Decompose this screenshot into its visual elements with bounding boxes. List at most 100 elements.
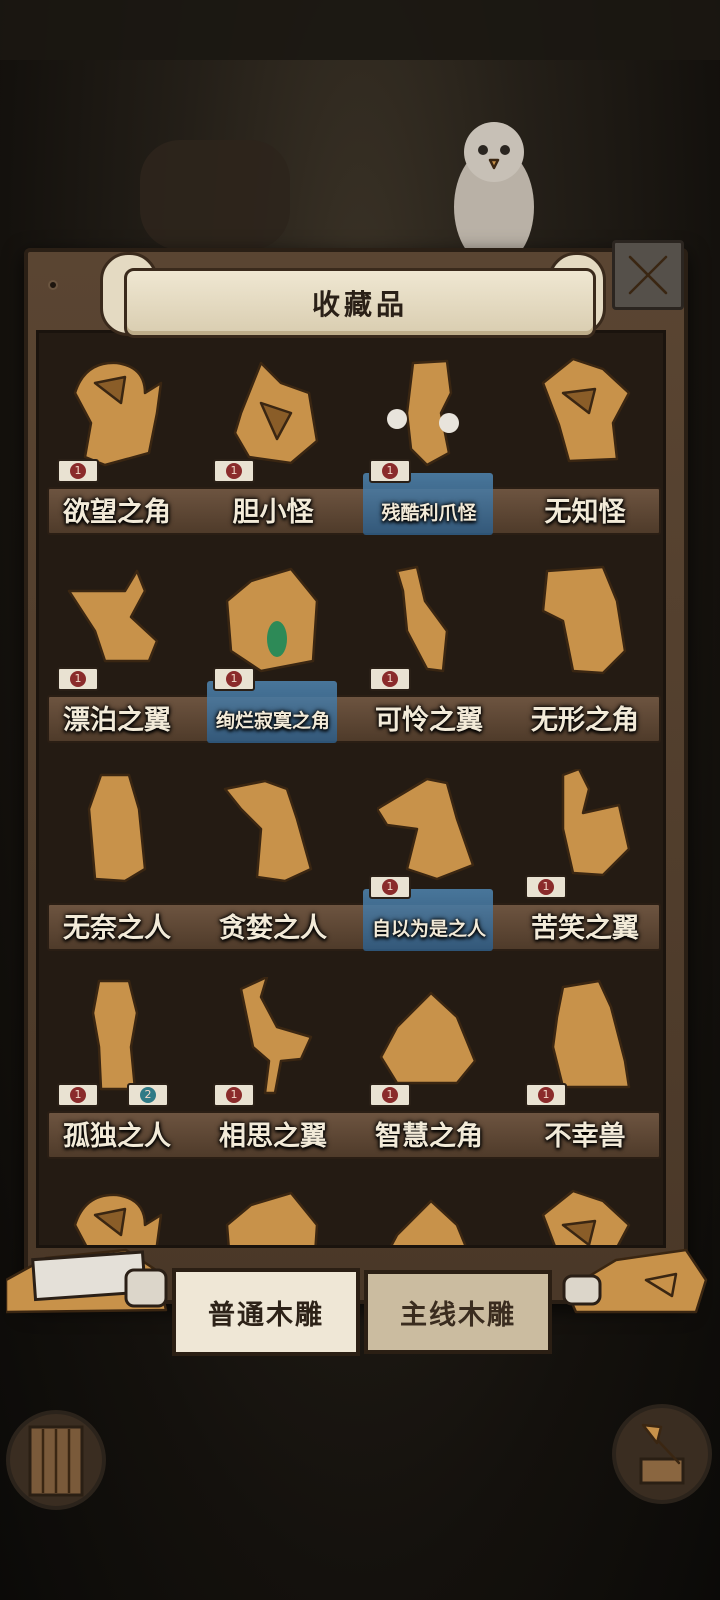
badge-count: 1 <box>226 671 242 687</box>
shelf-row: path{fill:#c8924a;stroke:#3a2612;stroke-… <box>39 749 663 957</box>
item-name: 可怜之翼 <box>375 705 483 736</box>
door-button[interactable] <box>6 1410 106 1510</box>
collection-item[interactable]: path{fill:#c8924a;stroke:#3a2612;stroke-… <box>507 541 663 749</box>
carving-lion-icon: path{fill:#c8924a;stroke:#3a2612;stroke-… <box>73 361 163 467</box>
carving-bird-hood-icon: path{fill:#c8924a;stroke:#3a2612;stroke-… <box>233 361 319 465</box>
count-badge: 1 <box>57 667 99 691</box>
count-badge: 1 <box>213 459 255 483</box>
item-name: 绚烂寂寞之角 <box>215 710 330 732</box>
carving-old-man-icon: path{fill:#c8924a;stroke:#3a2612;stroke-… <box>87 773 147 883</box>
badge-count: 1 <box>382 879 398 895</box>
carving-turtle-icon: path{fill:#c8924a;stroke:#3a2612;stroke-… <box>390 1199 467 1245</box>
collection-item[interactable]: path{fill:#c8924a;stroke:#3a2612;stroke-… <box>39 541 195 749</box>
count-badge: 1 <box>57 459 99 483</box>
collection-item[interactable]: path{fill:#c8924a;stroke:#3a2612;stroke-… <box>195 1165 351 1245</box>
count-badge: 1 <box>525 1083 567 1107</box>
collection-item[interactable]: path{fill:#c8924a;stroke:#3a2612;stroke-… <box>351 749 507 957</box>
carving-claw-icon: path{fill:#c8924a;stroke:#3a2612;stroke-… <box>387 359 459 467</box>
page-title: 收藏品 <box>311 288 408 321</box>
count-badge: 1 <box>57 1083 99 1107</box>
collection-item[interactable]: path{fill:#c8924a;stroke:#3a2612;stroke-… <box>195 333 351 541</box>
tab-main-carvings[interactable]: 主线木雕 <box>364 1270 552 1354</box>
shelf-area[interactable]: path{fill:#c8924a;stroke:#3a2612;stroke-… <box>36 330 666 1248</box>
collection-item[interactable]: path{fill:#c8924a;stroke:#3a2612;stroke-… <box>507 957 663 1165</box>
badge-count: 1 <box>226 1087 242 1103</box>
count-badge: 1 <box>525 875 567 899</box>
badge-count: 1 <box>70 671 86 687</box>
carving-jester-icon: path{fill:#c8924a;stroke:#3a2612;stroke-… <box>541 1189 631 1245</box>
collection-item[interactable]: path{fill:#c8924a;stroke:#3a2612;stroke-… <box>507 1165 663 1245</box>
item-name: 孤独之人 <box>63 1121 171 1152</box>
item-name: 贪婪之人 <box>219 913 327 944</box>
carving-heron-icon: path{fill:#c8924a;stroke:#3a2612;stroke-… <box>395 565 449 673</box>
tab-normal-carvings[interactable]: 普通木雕 <box>172 1268 360 1356</box>
item-name: 残酷利爪怪 <box>381 502 477 524</box>
item-name: 无奈之人 <box>63 913 171 944</box>
title-scroll: 收藏品 <box>124 268 596 338</box>
carving-rhino-icon: path{fill:#c8924a;stroke:#3a2612;stroke-… <box>225 567 319 673</box>
carving-jester-icon: path{fill:#c8924a;stroke:#3a2612;stroke-… <box>541 357 631 463</box>
collection-item[interactable]: path{fill:#c8924a;stroke:#3a2612;stroke-… <box>195 749 351 957</box>
count-badge: 1 <box>369 667 411 691</box>
item-name: 胆小怪 <box>232 497 314 528</box>
badge-count: 1 <box>70 463 86 479</box>
background-beam <box>140 140 290 250</box>
item-name: 漂泊之翼 <box>63 705 171 736</box>
axe-icon <box>639 1423 685 1485</box>
collection-item[interactable]: path{fill:#c8924a;stroke:#3a2612;stroke-… <box>39 333 195 541</box>
item-name: 苦笑之翼 <box>531 913 639 944</box>
item-name: 相思之翼 <box>219 1121 327 1152</box>
close-button[interactable] <box>612 240 684 310</box>
item-name: 无知怪 <box>544 497 626 528</box>
carving-capybara-icon: path{fill:#c8924a;stroke:#3a2612;stroke-… <box>551 979 631 1089</box>
shelf-row-partial: path{fill:#c8924a;stroke:#3a2612;stroke-… <box>39 1165 663 1245</box>
panel-nail <box>48 280 58 290</box>
badge-count: 1 <box>382 1087 398 1103</box>
door-icon <box>28 1425 84 1497</box>
badge-count: 1 <box>382 671 398 687</box>
badge-count: 1 <box>70 1087 86 1103</box>
badge-count: 1 <box>538 879 554 895</box>
collection-item[interactable]: path{fill:#c8924a;stroke:#3a2612;stroke-… <box>39 749 195 957</box>
collection-item[interactable]: path{fill:#c8924a;stroke:#3a2612;stroke-… <box>351 541 507 749</box>
collection-item[interactable]: path{fill:#c8924a;stroke:#3a2612;stroke-… <box>351 957 507 1165</box>
carving-lion-icon: path{fill:#c8924a;stroke:#3a2612;stroke-… <box>73 1193 163 1245</box>
item-name: 无形之角 <box>531 705 639 736</box>
item-name: 自以为是之人 <box>371 918 486 940</box>
carving-turtle-icon: path{fill:#c8924a;stroke:#3a2612;stroke-… <box>379 991 477 1085</box>
carving-rooster-icon: path{fill:#c8924a;stroke:#3a2612;stroke-… <box>561 769 631 877</box>
carving-pelican-icon: path{fill:#c8924a;stroke:#3a2612;stroke-… <box>67 569 159 663</box>
background-beam <box>0 0 720 60</box>
collection-item[interactable]: path{fill:#c8924a;stroke:#3a2612;stroke-… <box>195 957 351 1165</box>
collection-item[interactable]: path{fill:#c8924a;stroke:#3a2612;stroke-… <box>507 333 663 541</box>
collection-item[interactable]: path{fill:#c8924a;stroke:#3a2612;stroke-… <box>39 1165 195 1245</box>
carving-elephant-icon: path{fill:#c8924a;stroke:#3a2612;stroke-… <box>541 565 627 675</box>
left-rocks <box>6 1248 168 1314</box>
right-rocks <box>562 1248 708 1314</box>
carving-long-nose-icon: path{fill:#c8924a;stroke:#3a2612;stroke-… <box>223 779 313 883</box>
axe-button[interactable] <box>612 1404 712 1504</box>
shelf-row: path{fill:#c8924a;stroke:#3a2612;stroke-… <box>39 541 663 749</box>
count-badge: 1 <box>369 459 411 483</box>
collection-item[interactable]: path{fill:#c8924a;stroke:#3a2612;stroke-… <box>351 1165 507 1245</box>
item-name: 智慧之角 <box>375 1121 483 1152</box>
badge-count: 2 <box>140 1087 156 1103</box>
carving-rhino-icon: path{fill:#c8924a;stroke:#3a2612;stroke-… <box>225 1191 319 1245</box>
count-badge: 1 <box>369 875 411 899</box>
count-badge: 1 <box>213 1083 255 1107</box>
collection-item[interactable]: path{fill:#c8924a;stroke:#3a2612;stroke-… <box>351 333 507 541</box>
item-name: 欲望之角 <box>63 497 171 528</box>
collection-item[interactable]: path{fill:#c8924a;stroke:#3a2612;stroke-… <box>39 957 195 1165</box>
carving-pointing-icon: path{fill:#c8924a;stroke:#3a2612;stroke-… <box>377 777 475 881</box>
badge-count: 1 <box>382 463 398 479</box>
close-icon <box>628 255 668 295</box>
shelf-row: path{fill:#c8924a;stroke:#3a2612;stroke-… <box>39 333 663 541</box>
item-name: 不幸兽 <box>544 1121 626 1152</box>
carving-crane-icon: path{fill:#c8924a;stroke:#3a2612;stroke-… <box>239 977 313 1095</box>
collection-item[interactable]: path{fill:#c8924a;stroke:#3a2612;stroke-… <box>507 749 663 957</box>
count-badge: 1 <box>213 667 255 691</box>
badge-count: 1 <box>538 1087 554 1103</box>
count-badge: 2 <box>127 1083 169 1107</box>
collection-item[interactable]: path{fill:#c8924a;stroke:#3a2612;stroke-… <box>195 541 351 749</box>
shelf-row: path{fill:#c8924a;stroke:#3a2612;stroke-… <box>39 957 663 1165</box>
